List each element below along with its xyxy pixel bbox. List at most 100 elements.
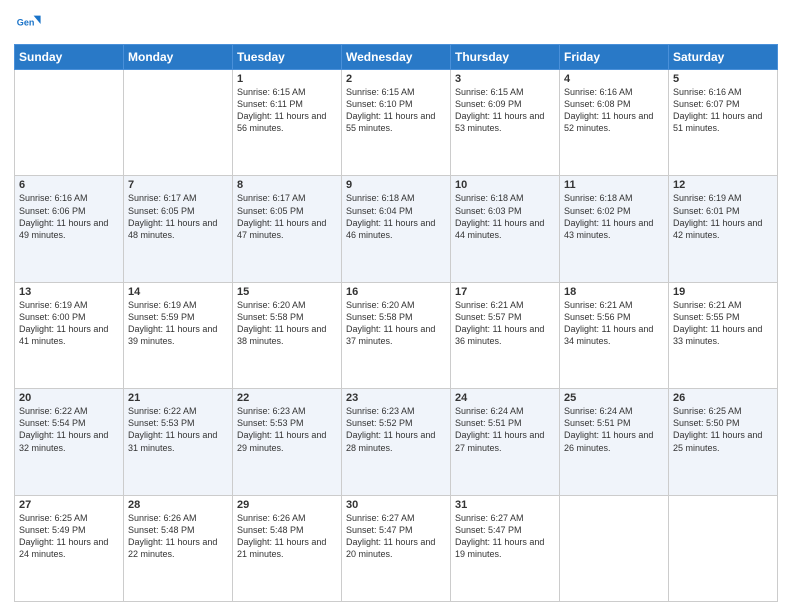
calendar-cell: 21Sunrise: 6:22 AM Sunset: 5:53 PM Dayli… — [124, 389, 233, 495]
day-number: 5 — [673, 73, 773, 85]
week-row-5: 27Sunrise: 6:25 AM Sunset: 5:49 PM Dayli… — [15, 495, 778, 601]
day-info: Sunrise: 6:22 AM Sunset: 5:53 PM Dayligh… — [128, 405, 228, 454]
day-info: Sunrise: 6:17 AM Sunset: 6:05 PM Dayligh… — [237, 192, 337, 241]
calendar-cell: 13Sunrise: 6:19 AM Sunset: 6:00 PM Dayli… — [15, 282, 124, 388]
calendar-cell: 2Sunrise: 6:15 AM Sunset: 6:10 PM Daylig… — [342, 70, 451, 176]
weekday-header-friday: Friday — [560, 45, 669, 70]
day-number: 6 — [19, 179, 119, 191]
day-info: Sunrise: 6:15 AM Sunset: 6:09 PM Dayligh… — [455, 86, 555, 135]
day-number: 17 — [455, 286, 555, 298]
calendar-cell: 3Sunrise: 6:15 AM Sunset: 6:09 PM Daylig… — [451, 70, 560, 176]
calendar-cell: 12Sunrise: 6:19 AM Sunset: 6:01 PM Dayli… — [669, 176, 778, 282]
day-info: Sunrise: 6:25 AM Sunset: 5:49 PM Dayligh… — [19, 512, 119, 561]
day-number: 24 — [455, 392, 555, 404]
day-number: 28 — [128, 499, 228, 511]
weekday-header-sunday: Sunday — [15, 45, 124, 70]
svg-text:Gen: Gen — [17, 17, 35, 27]
day-info: Sunrise: 6:26 AM Sunset: 5:48 PM Dayligh… — [237, 512, 337, 561]
day-info: Sunrise: 6:24 AM Sunset: 5:51 PM Dayligh… — [564, 405, 664, 454]
week-row-3: 13Sunrise: 6:19 AM Sunset: 6:00 PM Dayli… — [15, 282, 778, 388]
calendar-cell — [124, 70, 233, 176]
day-info: Sunrise: 6:20 AM Sunset: 5:58 PM Dayligh… — [237, 299, 337, 348]
day-number: 4 — [564, 73, 664, 85]
day-info: Sunrise: 6:19 AM Sunset: 6:00 PM Dayligh… — [19, 299, 119, 348]
day-info: Sunrise: 6:23 AM Sunset: 5:52 PM Dayligh… — [346, 405, 446, 454]
calendar-cell: 24Sunrise: 6:24 AM Sunset: 5:51 PM Dayli… — [451, 389, 560, 495]
calendar-cell: 10Sunrise: 6:18 AM Sunset: 6:03 PM Dayli… — [451, 176, 560, 282]
day-number: 23 — [346, 392, 446, 404]
day-number: 29 — [237, 499, 337, 511]
day-number: 21 — [128, 392, 228, 404]
day-number: 31 — [455, 499, 555, 511]
day-info: Sunrise: 6:27 AM Sunset: 5:47 PM Dayligh… — [346, 512, 446, 561]
calendar-cell: 7Sunrise: 6:17 AM Sunset: 6:05 PM Daylig… — [124, 176, 233, 282]
day-number: 1 — [237, 73, 337, 85]
calendar-cell — [15, 70, 124, 176]
day-number: 3 — [455, 73, 555, 85]
calendar-cell: 19Sunrise: 6:21 AM Sunset: 5:55 PM Dayli… — [669, 282, 778, 388]
day-info: Sunrise: 6:15 AM Sunset: 6:10 PM Dayligh… — [346, 86, 446, 135]
calendar-cell: 16Sunrise: 6:20 AM Sunset: 5:58 PM Dayli… — [342, 282, 451, 388]
weekday-header-wednesday: Wednesday — [342, 45, 451, 70]
calendar-cell: 8Sunrise: 6:17 AM Sunset: 6:05 PM Daylig… — [233, 176, 342, 282]
day-number: 2 — [346, 73, 446, 85]
calendar-cell: 29Sunrise: 6:26 AM Sunset: 5:48 PM Dayli… — [233, 495, 342, 601]
day-number: 13 — [19, 286, 119, 298]
day-number: 20 — [19, 392, 119, 404]
day-info: Sunrise: 6:15 AM Sunset: 6:11 PM Dayligh… — [237, 86, 337, 135]
day-number: 22 — [237, 392, 337, 404]
day-info: Sunrise: 6:26 AM Sunset: 5:48 PM Dayligh… — [128, 512, 228, 561]
header: Gen — [14, 10, 778, 38]
calendar-cell: 30Sunrise: 6:27 AM Sunset: 5:47 PM Dayli… — [342, 495, 451, 601]
weekday-header-tuesday: Tuesday — [233, 45, 342, 70]
day-number: 12 — [673, 179, 773, 191]
calendar-cell: 31Sunrise: 6:27 AM Sunset: 5:47 PM Dayli… — [451, 495, 560, 601]
weekday-header-monday: Monday — [124, 45, 233, 70]
day-info: Sunrise: 6:21 AM Sunset: 5:57 PM Dayligh… — [455, 299, 555, 348]
calendar-cell: 17Sunrise: 6:21 AM Sunset: 5:57 PM Dayli… — [451, 282, 560, 388]
calendar-cell: 14Sunrise: 6:19 AM Sunset: 5:59 PM Dayli… — [124, 282, 233, 388]
day-number: 8 — [237, 179, 337, 191]
calendar-cell: 9Sunrise: 6:18 AM Sunset: 6:04 PM Daylig… — [342, 176, 451, 282]
day-info: Sunrise: 6:16 AM Sunset: 6:08 PM Dayligh… — [564, 86, 664, 135]
day-info: Sunrise: 6:16 AM Sunset: 6:07 PM Dayligh… — [673, 86, 773, 135]
day-info: Sunrise: 6:21 AM Sunset: 5:56 PM Dayligh… — [564, 299, 664, 348]
weekday-header-thursday: Thursday — [451, 45, 560, 70]
weekday-header-saturday: Saturday — [669, 45, 778, 70]
calendar-cell: 1Sunrise: 6:15 AM Sunset: 6:11 PM Daylig… — [233, 70, 342, 176]
day-info: Sunrise: 6:20 AM Sunset: 5:58 PM Dayligh… — [346, 299, 446, 348]
day-info: Sunrise: 6:17 AM Sunset: 6:05 PM Dayligh… — [128, 192, 228, 241]
calendar-cell: 15Sunrise: 6:20 AM Sunset: 5:58 PM Dayli… — [233, 282, 342, 388]
week-row-1: 1Sunrise: 6:15 AM Sunset: 6:11 PM Daylig… — [15, 70, 778, 176]
calendar-cell: 5Sunrise: 6:16 AM Sunset: 6:07 PM Daylig… — [669, 70, 778, 176]
calendar-cell: 18Sunrise: 6:21 AM Sunset: 5:56 PM Dayli… — [560, 282, 669, 388]
day-info: Sunrise: 6:18 AM Sunset: 6:04 PM Dayligh… — [346, 192, 446, 241]
day-number: 7 — [128, 179, 228, 191]
day-info: Sunrise: 6:27 AM Sunset: 5:47 PM Dayligh… — [455, 512, 555, 561]
calendar-cell: 4Sunrise: 6:16 AM Sunset: 6:08 PM Daylig… — [560, 70, 669, 176]
day-number: 10 — [455, 179, 555, 191]
day-info: Sunrise: 6:19 AM Sunset: 5:59 PM Dayligh… — [128, 299, 228, 348]
page: Gen SundayMondayTuesdayWednesdayThursday… — [0, 0, 792, 612]
calendar-cell: 27Sunrise: 6:25 AM Sunset: 5:49 PM Dayli… — [15, 495, 124, 601]
day-number: 14 — [128, 286, 228, 298]
week-row-2: 6Sunrise: 6:16 AM Sunset: 6:06 PM Daylig… — [15, 176, 778, 282]
day-number: 19 — [673, 286, 773, 298]
day-number: 18 — [564, 286, 664, 298]
day-info: Sunrise: 6:22 AM Sunset: 5:54 PM Dayligh… — [19, 405, 119, 454]
day-number: 11 — [564, 179, 664, 191]
day-number: 30 — [346, 499, 446, 511]
day-number: 27 — [19, 499, 119, 511]
day-info: Sunrise: 6:25 AM Sunset: 5:50 PM Dayligh… — [673, 405, 773, 454]
day-number: 26 — [673, 392, 773, 404]
calendar-cell: 25Sunrise: 6:24 AM Sunset: 5:51 PM Dayli… — [560, 389, 669, 495]
calendar-cell — [669, 495, 778, 601]
calendar-cell: 26Sunrise: 6:25 AM Sunset: 5:50 PM Dayli… — [669, 389, 778, 495]
day-info: Sunrise: 6:19 AM Sunset: 6:01 PM Dayligh… — [673, 192, 773, 241]
calendar-cell: 20Sunrise: 6:22 AM Sunset: 5:54 PM Dayli… — [15, 389, 124, 495]
day-number: 25 — [564, 392, 664, 404]
calendar-cell: 23Sunrise: 6:23 AM Sunset: 5:52 PM Dayli… — [342, 389, 451, 495]
weekday-header-row: SundayMondayTuesdayWednesdayThursdayFrid… — [15, 45, 778, 70]
calendar-cell: 11Sunrise: 6:18 AM Sunset: 6:02 PM Dayli… — [560, 176, 669, 282]
week-row-4: 20Sunrise: 6:22 AM Sunset: 5:54 PM Dayli… — [15, 389, 778, 495]
